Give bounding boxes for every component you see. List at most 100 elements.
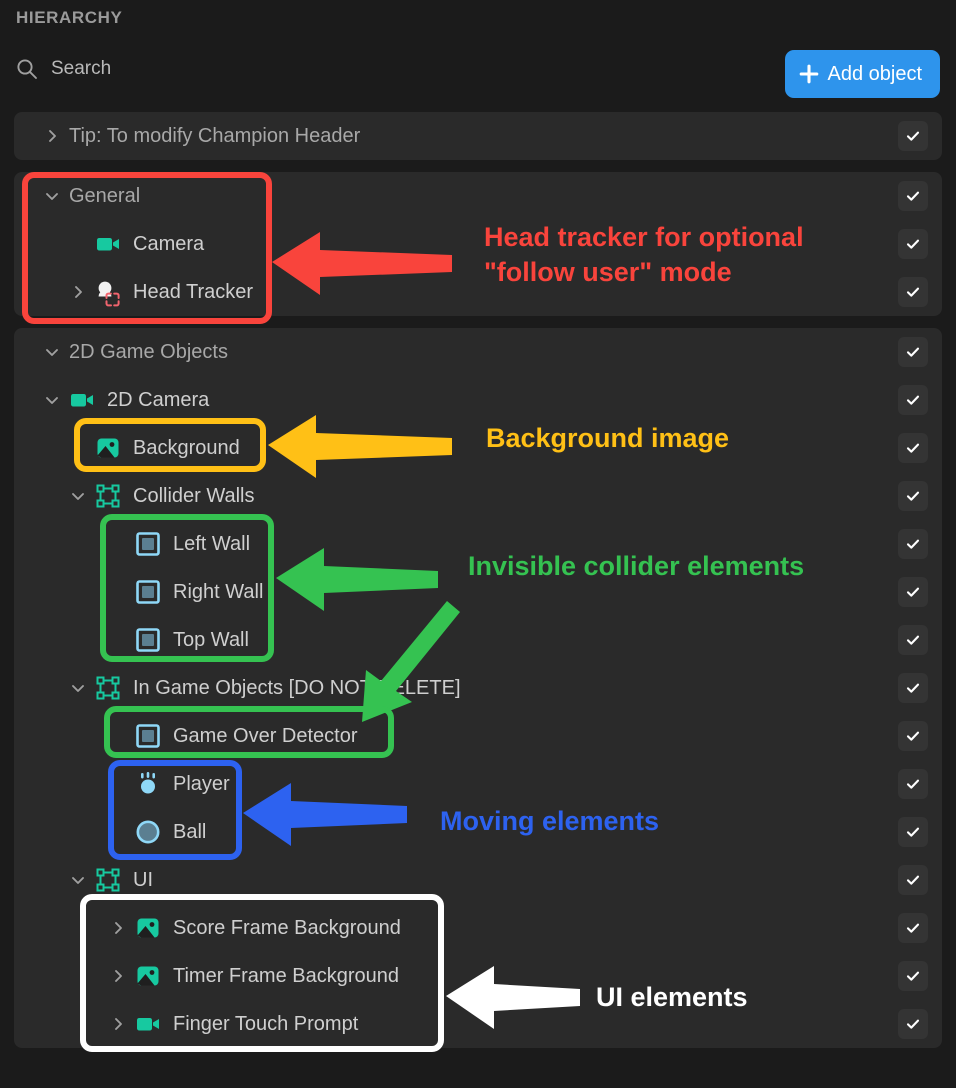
check-icon: [906, 491, 920, 501]
chevron-down-icon[interactable]: [44, 392, 60, 408]
tree-row-label: 2D Camera: [107, 388, 210, 411]
tree-row[interactable]: Camera: [14, 220, 942, 268]
check-icon: [906, 635, 920, 645]
chevron-right-icon[interactable]: [110, 1016, 126, 1032]
tree-row[interactable]: Finger Touch Prompt: [14, 1000, 942, 1048]
tree-row-label: Player: [173, 772, 230, 795]
tree-row-label: 2D Game Objects: [69, 340, 228, 363]
tree-row[interactable]: Collider Walls: [14, 472, 942, 520]
visibility-checkbox[interactable]: [898, 181, 928, 211]
chevron-right-icon[interactable]: [70, 284, 86, 300]
visibility-checkbox[interactable]: [898, 865, 928, 895]
visibility-checkbox[interactable]: [898, 673, 928, 703]
square-collider-icon: [135, 723, 161, 749]
tree-row-label: Right Wall: [173, 580, 264, 603]
visibility-checkbox[interactable]: [898, 721, 928, 751]
tree-row-label: Finger Touch Prompt: [173, 1012, 359, 1035]
visibility-checkbox[interactable]: [898, 913, 928, 943]
tree-row[interactable]: Background: [14, 424, 942, 472]
check-icon: [906, 539, 920, 549]
visibility-checkbox[interactable]: [898, 121, 928, 151]
check-icon: [906, 923, 920, 933]
tree-row-label: Top Wall: [173, 628, 249, 651]
group-nodes-icon: [95, 867, 121, 893]
add-object-button[interactable]: Add object: [785, 50, 940, 98]
tree-row[interactable]: 2D Game Objects: [14, 328, 942, 376]
tree-row[interactable]: UI: [14, 856, 942, 904]
visibility-checkbox[interactable]: [898, 961, 928, 991]
search-input[interactable]: Search: [16, 58, 111, 80]
visibility-checkbox[interactable]: [898, 481, 928, 511]
camera-icon: [69, 387, 95, 413]
tree-row-label: Timer Frame Background: [173, 964, 399, 987]
tree-row[interactable]: Top Wall: [14, 616, 942, 664]
visibility-checkbox[interactable]: [898, 625, 928, 655]
visibility-checkbox[interactable]: [898, 769, 928, 799]
check-icon: [906, 239, 920, 249]
tree-row-label: General: [69, 184, 141, 207]
search-placeholder: Search: [51, 58, 112, 79]
check-icon: [906, 779, 920, 789]
visibility-checkbox[interactable]: [898, 433, 928, 463]
check-icon: [906, 731, 920, 741]
check-icon: [906, 875, 920, 885]
visibility-checkbox[interactable]: [898, 1009, 928, 1039]
check-icon: [906, 827, 920, 837]
visibility-checkbox[interactable]: [898, 577, 928, 607]
tree-row[interactable]: Game Over Detector: [14, 712, 942, 760]
tree-row[interactable]: Head Tracker: [14, 268, 942, 316]
tree-row-label: Left Wall: [173, 532, 251, 555]
tree-row[interactable]: Timer Frame Background: [14, 952, 942, 1000]
ball-icon: [135, 819, 161, 845]
tree-row[interactable]: Player: [14, 760, 942, 808]
chevron-down-icon[interactable]: [70, 872, 86, 888]
square-collider-icon: [135, 627, 161, 653]
head-tracker-icon: [95, 279, 121, 307]
tree-row-label: Score Frame Background: [173, 916, 401, 939]
image-icon: [95, 435, 121, 461]
check-icon: [906, 683, 920, 693]
tree-row[interactable]: 2D Camera: [14, 376, 942, 424]
tree-row-label: In Game Objects [DO NOT DELETE]: [133, 676, 461, 699]
visibility-checkbox[interactable]: [898, 817, 928, 847]
check-icon: [906, 1019, 920, 1029]
square-collider-icon: [135, 579, 161, 605]
visibility-checkbox[interactable]: [898, 385, 928, 415]
page-title: HIERARCHY: [16, 8, 123, 27]
tree-row[interactable]: Score Frame Background: [14, 904, 942, 952]
visibility-checkbox[interactable]: [898, 229, 928, 259]
tree-panel-general: General Camera Head Tracker: [14, 172, 942, 316]
tree-row-label: Collider Walls: [133, 484, 255, 507]
chevron-down-icon[interactable]: [44, 188, 60, 204]
tree-row[interactable]: Right Wall: [14, 568, 942, 616]
check-icon: [906, 971, 920, 981]
visibility-checkbox[interactable]: [898, 529, 928, 559]
check-icon: [906, 191, 920, 201]
check-icon: [906, 443, 920, 453]
chevron-down-icon[interactable]: [70, 680, 86, 696]
tree-row-label: Camera: [133, 232, 205, 255]
check-icon: [906, 347, 920, 357]
tree-row-label: Game Over Detector: [173, 724, 358, 747]
check-icon: [906, 587, 920, 597]
check-icon: [906, 287, 920, 297]
search-icon: [16, 58, 38, 80]
tree-row-label: UI: [133, 868, 153, 891]
camera-icon: [95, 231, 121, 257]
tree-row[interactable]: In Game Objects [DO NOT DELETE]: [14, 664, 942, 712]
tree-row[interactable]: Ball: [14, 808, 942, 856]
tree-row[interactable]: General: [14, 172, 942, 220]
chevron-right-icon[interactable]: [110, 920, 126, 936]
chevron-down-icon[interactable]: [44, 344, 60, 360]
tree-row[interactable]: Left Wall: [14, 520, 942, 568]
chevron-down-icon[interactable]: [70, 488, 86, 504]
visibility-checkbox[interactable]: [898, 337, 928, 367]
image-icon: [135, 963, 161, 989]
check-icon: [906, 395, 920, 405]
chevron-right-icon[interactable]: [110, 968, 126, 984]
add-object-label: Add object: [827, 62, 922, 85]
visibility-checkbox[interactable]: [898, 277, 928, 307]
tree-row[interactable]: Tip: To modify Champion Header: [14, 112, 942, 160]
tree-row-label: Tip: To modify Champion Header: [69, 124, 361, 147]
chevron-right-icon[interactable]: [44, 128, 60, 144]
